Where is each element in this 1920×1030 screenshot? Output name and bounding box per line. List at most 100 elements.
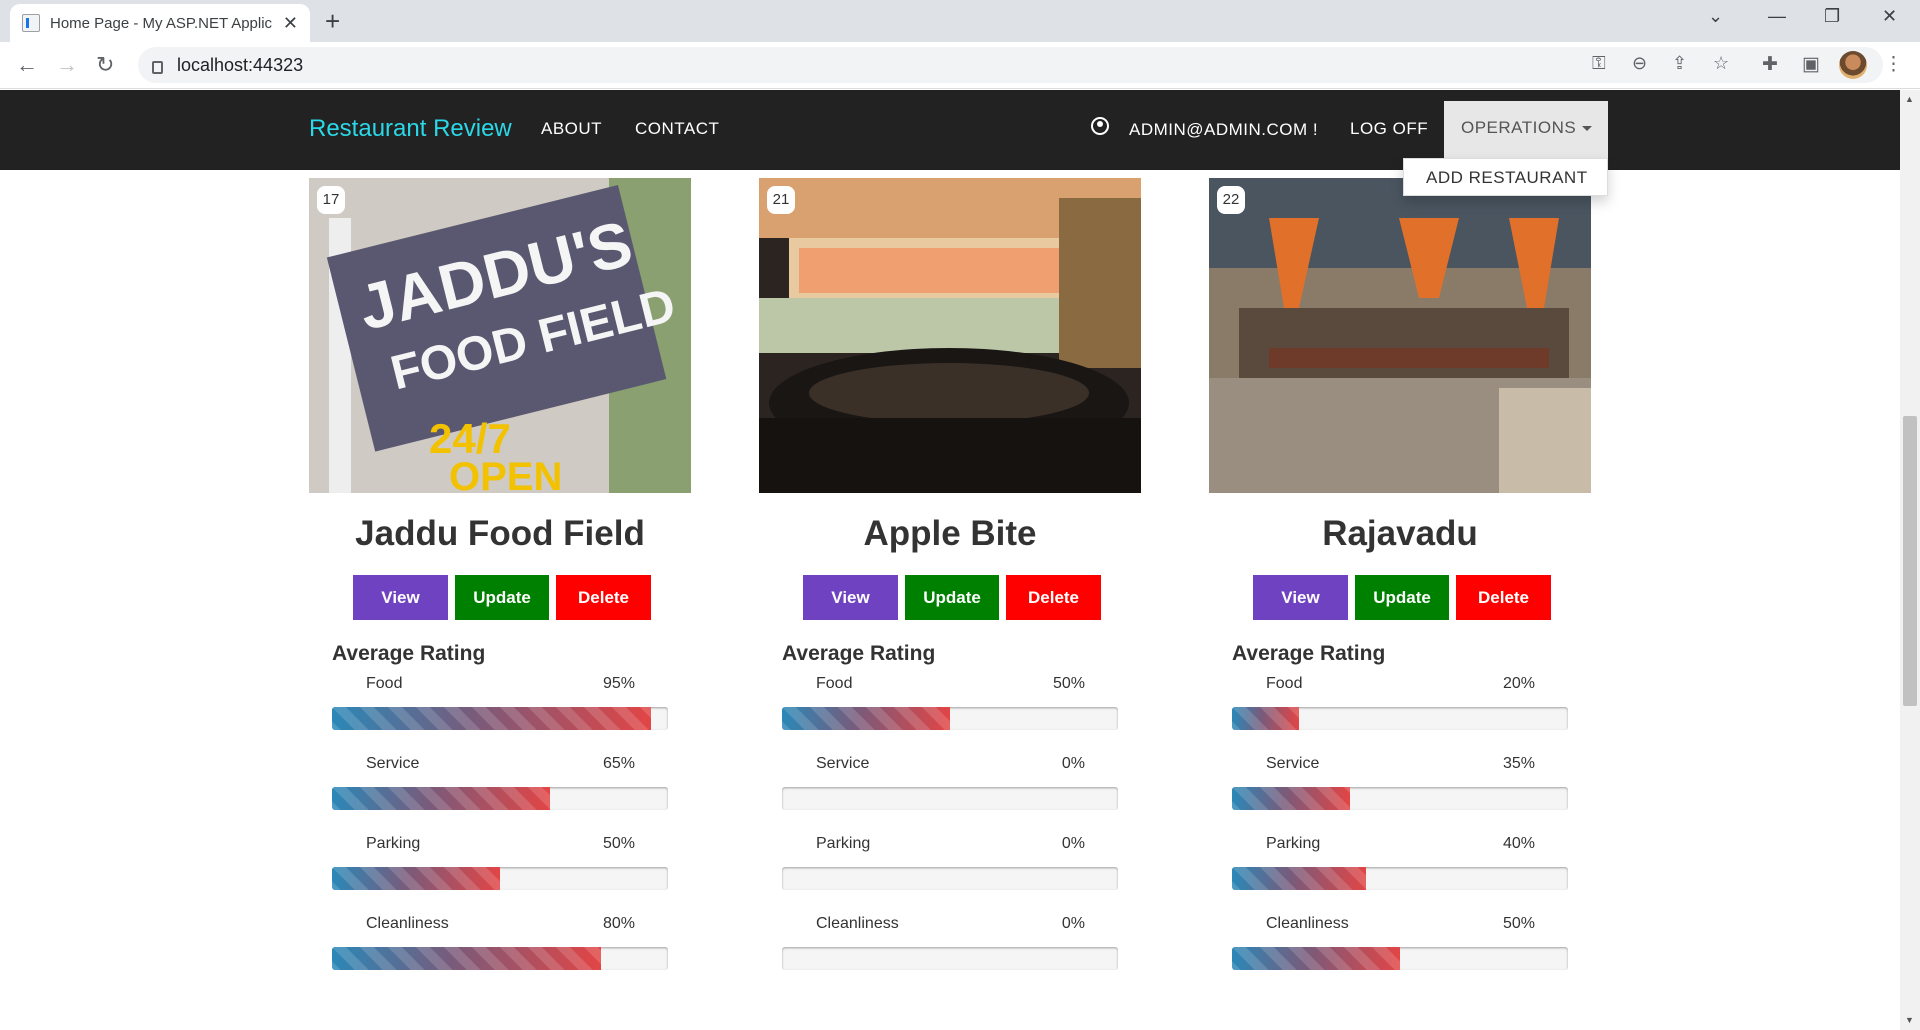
minimize-icon[interactable]: — bbox=[1768, 6, 1786, 27]
restaurant-name: Rajavadu bbox=[1322, 514, 1478, 553]
progress-bar bbox=[332, 947, 668, 970]
rating-label: Cleanliness bbox=[366, 915, 449, 932]
user-icon bbox=[1091, 117, 1109, 135]
rating-label: Food bbox=[816, 675, 853, 692]
rating-percent: 0% bbox=[1061, 755, 1085, 772]
rating-label: Service bbox=[1266, 755, 1320, 772]
progress-bar bbox=[782, 947, 1118, 970]
rating-cleanliness: Cleanliness 50% bbox=[1232, 915, 1568, 985]
rating-parking: Parking 50% bbox=[332, 835, 668, 905]
rating-percent: 40% bbox=[1502, 835, 1535, 852]
page-scrollbar[interactable]: ▲ ▼ bbox=[1900, 90, 1920, 1030]
rating-label: Parking bbox=[1266, 835, 1321, 852]
rating-service: Service 0% bbox=[782, 755, 1118, 825]
average-rating-heading: Average Rating bbox=[782, 642, 936, 665]
progress-fill bbox=[332, 867, 500, 890]
average-rating-heading: Average Rating bbox=[332, 642, 486, 665]
close-tab-icon[interactable]: ✕ bbox=[283, 13, 298, 34]
scroll-down-icon[interactable]: ▼ bbox=[1905, 1015, 1914, 1025]
browser-tab[interactable]: Home Page - My ASP.NET Applic ✕ bbox=[10, 4, 310, 42]
progress-bar bbox=[332, 707, 668, 730]
nav-about[interactable]: ABOUT bbox=[541, 119, 602, 139]
progress-fill bbox=[782, 707, 950, 730]
extensions-icon[interactable]: ✚ bbox=[1762, 53, 1778, 76]
address-bar[interactable]: localhost:44323 bbox=[138, 47, 1883, 83]
caret-down-icon bbox=[1582, 126, 1593, 132]
rating-food: Food 50% bbox=[782, 675, 1118, 745]
progress-bar bbox=[1232, 867, 1568, 890]
rating-label: Food bbox=[366, 675, 403, 692]
operations-dropdown-toggle[interactable]: OPERATIONS bbox=[1444, 101, 1608, 158]
profile-avatar[interactable] bbox=[1839, 51, 1867, 79]
tab-search-icon[interactable]: ⌄ bbox=[1708, 6, 1723, 27]
view-button[interactable]: View bbox=[803, 575, 898, 620]
nav-logoff[interactable]: LOG OFF bbox=[1350, 119, 1428, 139]
progress-bar bbox=[782, 707, 1118, 730]
tab-title: Home Page - My ASP.NET Applic bbox=[50, 14, 272, 32]
restaurant-id-badge: 21 bbox=[767, 186, 795, 214]
update-button[interactable]: Update bbox=[905, 575, 999, 620]
restaurant-id-badge: 22 bbox=[1217, 186, 1245, 214]
scrollbar-thumb[interactable] bbox=[1903, 416, 1917, 706]
reload-icon[interactable]: ↻ bbox=[96, 52, 114, 78]
lock-icon[interactable] bbox=[152, 60, 163, 74]
scroll-up-icon[interactable]: ▲ bbox=[1905, 94, 1914, 104]
progress-fill bbox=[332, 787, 551, 810]
restaurant-name: Jaddu Food Field bbox=[355, 514, 645, 553]
card-actions: View Update Delete bbox=[353, 575, 651, 620]
rating-percent: 35% bbox=[1502, 755, 1535, 772]
back-icon[interactable]: ← bbox=[16, 52, 38, 78]
restaurant-name: Apple Bite bbox=[863, 514, 1037, 553]
delete-button[interactable]: Delete bbox=[1006, 575, 1101, 620]
menu-item-add-restaurant[interactable]: ADD RESTAURANT bbox=[1426, 168, 1588, 188]
rating-percent: 80% bbox=[602, 915, 635, 932]
delete-button[interactable]: Delete bbox=[556, 575, 651, 620]
close-window-icon[interactable]: ✕ bbox=[1882, 6, 1897, 27]
forward-icon[interactable]: → bbox=[56, 52, 78, 78]
update-button[interactable]: Update bbox=[1355, 575, 1449, 620]
progress-bar bbox=[782, 787, 1118, 810]
progress-fill bbox=[1232, 787, 1350, 810]
operations-label: OPERATIONS bbox=[1461, 118, 1577, 137]
rating-label: Food bbox=[1266, 675, 1303, 692]
rating-percent: 50% bbox=[1052, 675, 1085, 692]
key-icon[interactable]: ⚿ bbox=[1592, 53, 1606, 74]
rating-label: Service bbox=[366, 755, 420, 772]
rating-percent: 20% bbox=[1502, 675, 1535, 692]
rating-service: Service 65% bbox=[332, 755, 668, 825]
browser-tabstrip: Home Page - My ASP.NET Applic ✕ + ⌄ — ❐ … bbox=[0, 0, 1920, 42]
delete-button[interactable]: Delete bbox=[1456, 575, 1551, 620]
progress-bar bbox=[1232, 947, 1568, 970]
nav-contact[interactable]: CONTACT bbox=[635, 119, 719, 139]
nav-user[interactable]: ADMIN@ADMIN.COM ! bbox=[1129, 120, 1318, 140]
rating-label: Service bbox=[816, 755, 870, 772]
restore-icon[interactable]: ❐ bbox=[1824, 6, 1840, 27]
rating-percent: 0% bbox=[1061, 915, 1085, 932]
update-button[interactable]: Update bbox=[455, 575, 549, 620]
rating-cleanliness: Cleanliness 80% bbox=[332, 915, 668, 985]
restaurant-photo: 17 JADDU'S FOOD FIELD 24/7 OPEN bbox=[309, 178, 691, 493]
progress-fill bbox=[332, 707, 652, 730]
rating-percent: 50% bbox=[1502, 915, 1535, 932]
url-text[interactable]: localhost:44323 bbox=[177, 55, 303, 76]
progress-bar bbox=[332, 787, 668, 810]
restaurant-photo: 22 bbox=[1209, 178, 1591, 493]
operations-menu: ADD RESTAURANT bbox=[1403, 158, 1608, 196]
view-button[interactable]: View bbox=[1253, 575, 1348, 620]
page-favicon-icon bbox=[22, 14, 40, 32]
rating-label: Cleanliness bbox=[1266, 915, 1349, 932]
restaurant-id-badge: 17 bbox=[317, 186, 345, 214]
bookmark-star-icon[interactable]: ☆ bbox=[1713, 53, 1729, 74]
menu-icon[interactable]: ⋮ bbox=[1884, 53, 1903, 76]
view-button[interactable]: View bbox=[353, 575, 448, 620]
rating-percent: 50% bbox=[602, 835, 635, 852]
progress-bar bbox=[332, 867, 668, 890]
brand-link[interactable]: Restaurant Review bbox=[309, 115, 512, 143]
rating-label: Parking bbox=[366, 835, 421, 852]
rating-percent: 65% bbox=[602, 755, 635, 772]
share-icon[interactable]: ⇪ bbox=[1672, 53, 1687, 74]
zoom-icon[interactable]: ⊖ bbox=[1632, 53, 1647, 74]
side-panel-icon[interactable]: ▣ bbox=[1802, 53, 1820, 76]
new-tab-icon[interactable]: + bbox=[325, 6, 340, 37]
rating-parking: Parking 0% bbox=[782, 835, 1118, 905]
